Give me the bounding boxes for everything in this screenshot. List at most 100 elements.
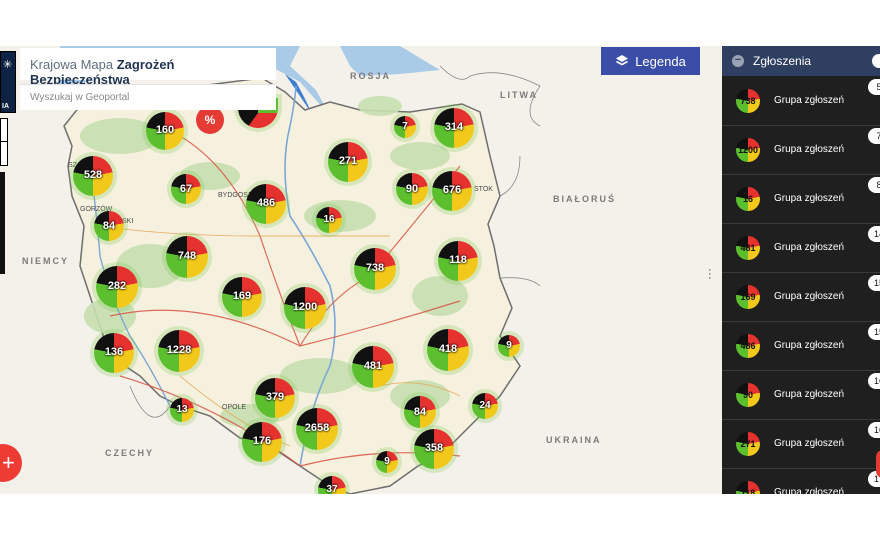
cluster-marker[interactable]: 676: [432, 171, 472, 211]
logo: ✳ IA: [0, 51, 16, 113]
cluster-marker[interactable]: 314: [434, 108, 474, 148]
cluster-marker[interactable]: 528: [73, 156, 113, 196]
row-label: Grupa zgłoszeń: [774, 193, 845, 204]
cluster-badge: 738: [736, 89, 760, 113]
toggle-icon[interactable]: [872, 54, 880, 68]
title-bar: Krajowa Mapa Zagrożeń Bezpieczeństwa: [20, 48, 276, 87]
list-item[interactable]: 481 Grupa zgłoszeń 14: [722, 224, 880, 273]
cluster-marker[interactable]: 282: [96, 266, 138, 308]
cluster-marker[interactable]: 379: [255, 378, 295, 418]
row-label: Grupa zgłoszeń: [774, 242, 845, 253]
cluster-marker[interactable]: 13: [170, 398, 194, 422]
row-label: Grupa zgłoszeń: [774, 95, 845, 106]
cluster-marker[interactable]: 358: [414, 429, 454, 469]
cluster-marker[interactable]: 418: [427, 329, 469, 371]
cluster-marker[interactable]: 16: [316, 207, 342, 233]
cluster-badge: 118: [736, 481, 760, 494]
cluster-badge: 481: [736, 236, 760, 260]
cluster-marker[interactable]: 7: [394, 116, 416, 138]
cluster-marker[interactable]: 271: [328, 142, 368, 182]
cluster-marker[interactable]: 1228: [158, 330, 200, 372]
label-rosja: ROSJA: [350, 71, 392, 81]
cluster-marker[interactable]: 169: [222, 277, 262, 317]
list-item[interactable]: 271 Grupa zgłoszeń 16: [722, 420, 880, 469]
cluster-marker[interactable]: 136: [94, 333, 134, 373]
cluster-marker[interactable]: 90: [396, 173, 428, 205]
panel-title: Zgłoszenia: [753, 54, 812, 68]
cluster-marker[interactable]: 2658: [296, 408, 338, 450]
map-app: ROSJA LITWA BIAŁORUŚ NIEMCY CZECHY UKRAI…: [0, 46, 880, 494]
cluster-marker[interactable]: 160: [146, 112, 184, 150]
list-item[interactable]: 1200 Grupa zgłoszeń 7: [722, 126, 880, 175]
panel-resize-handle[interactable]: · · ·: [708, 265, 712, 284]
row-label: Grupa zgłoszeń: [774, 438, 845, 449]
row-label: Grupa zgłoszeń: [774, 144, 845, 155]
cluster-marker[interactable]: 738: [354, 248, 396, 290]
cluster-marker[interactable]: 1200: [284, 287, 326, 329]
cluster-marker[interactable]: 481: [352, 346, 394, 388]
cluster-marker[interactable]: 9: [376, 451, 398, 473]
badge-value: 169: [740, 292, 756, 302]
cluster-marker[interactable]: 67: [171, 174, 201, 204]
badge-value: 118: [740, 488, 756, 494]
page-title: Krajowa Mapa Zagrożeń Bezpieczeństwa: [30, 57, 175, 87]
list-item[interactable]: 118Grupa zgłoszeń17: [722, 469, 880, 494]
list-item[interactable]: 169 Grupa zgłoszeń 15: [722, 273, 880, 322]
bottle-icon[interactable]: %: [196, 106, 224, 134]
label-niemcy: NIEMCY: [22, 256, 70, 266]
cluster-badge: 1200: [736, 138, 760, 162]
cluster-badge: 486: [736, 334, 760, 358]
search-input[interactable]: [20, 84, 276, 110]
cluster-marker[interactable]: 84: [94, 211, 124, 241]
row-label: Grupa zgłoszeń: [774, 487, 845, 494]
cluster-badge: 16: [736, 187, 760, 211]
count-badge: 15: [868, 275, 880, 291]
badge-value: 481: [740, 243, 756, 253]
cluster-marker[interactable]: 176: [242, 422, 282, 462]
cluster-marker[interactable]: 24: [472, 393, 498, 419]
row-label: Grupa zgłoszeń: [774, 340, 845, 351]
star-icon: ✳: [3, 59, 13, 71]
cluster-marker[interactable]: 748: [166, 236, 208, 278]
city-opole: OPOLE: [222, 404, 247, 411]
collapse-icon[interactable]: −: [732, 55, 744, 67]
logo-text: IA: [2, 103, 9, 110]
cluster-marker[interactable]: 84: [404, 396, 436, 428]
side-action-button[interactable]: [876, 450, 880, 478]
badge-value: 16: [742, 194, 753, 204]
badge-value: 271: [740, 439, 756, 449]
label-czechy: CZECHY: [105, 448, 155, 458]
count-badge: 7: [868, 128, 880, 144]
label-bialorus: BIAŁORUŚ: [553, 194, 616, 204]
count-badge: 16: [868, 373, 880, 389]
zoom-out-button[interactable]: [1, 142, 7, 164]
panel-header: − Zgłoszenia: [722, 46, 880, 76]
reports-panel: − Zgłoszenia 738 Grupa zgłoszeń 5 1200 Grupa…: [722, 46, 880, 494]
count-badge: 8: [868, 177, 880, 193]
count-badge: 15: [868, 324, 880, 340]
list-item[interactable]: 90 Grupa zgłoszeń 16: [722, 371, 880, 420]
legend-label: Legenda: [635, 53, 686, 69]
layer-panel-edge[interactable]: [0, 172, 5, 274]
cluster-marker[interactable]: 9: [498, 335, 520, 357]
count-badge: 5: [868, 79, 880, 95]
cluster-badge: 271: [736, 432, 760, 456]
label-ukraina: UKRAINA: [546, 435, 602, 445]
label-litwa: LITWA: [500, 90, 538, 100]
count-badge: 14: [868, 226, 880, 242]
badge-value: 738: [740, 96, 756, 106]
cluster-marker[interactable]: 486: [246, 184, 286, 224]
badge-value: 1200: [737, 145, 759, 155]
cluster-marker[interactable]: 118: [438, 241, 478, 281]
badge-value: 90: [742, 390, 753, 400]
zoom-in-button[interactable]: [1, 119, 7, 142]
layers-icon: [616, 55, 629, 66]
list-item[interactable]: 16 Grupa zgłoszeń 8: [722, 175, 880, 224]
list-item[interactable]: 738 Grupa zgłoszeń 5: [722, 77, 880, 126]
cluster-badge: 169: [736, 285, 760, 309]
badge-value: 486: [740, 341, 756, 351]
list-item[interactable]: 486 Grupa zgłoszeń 15: [722, 322, 880, 371]
count-badge: 16: [868, 422, 880, 438]
zoom-control: [0, 118, 8, 166]
legend-button[interactable]: Legenda: [601, 47, 700, 75]
